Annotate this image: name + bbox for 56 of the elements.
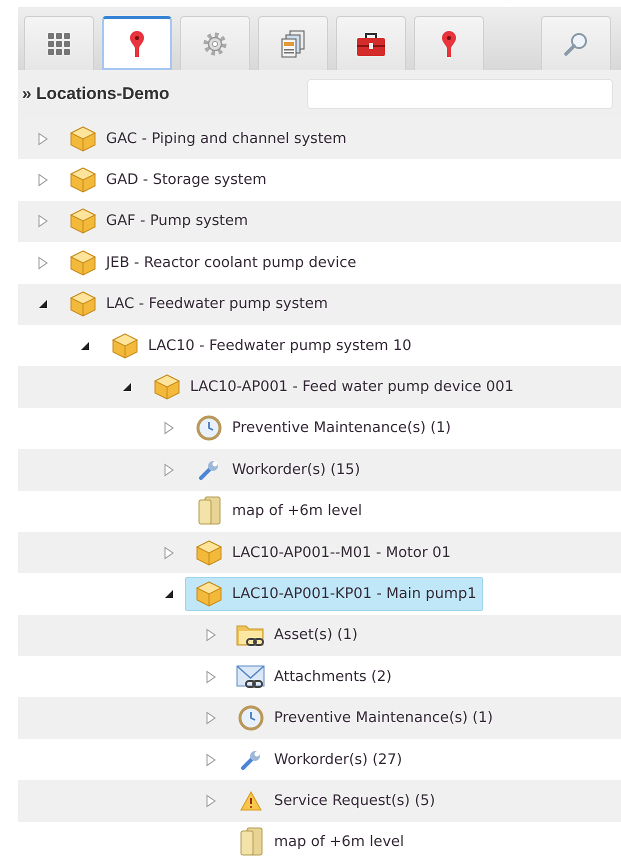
envelope-link-icon <box>236 662 266 691</box>
node-label: Attachments (2) <box>274 668 392 685</box>
node-label: LAC10 - Feedwater pump system 10 <box>148 338 412 354</box>
gear-tab[interactable] <box>180 16 250 70</box>
documents-icon <box>281 30 305 58</box>
tree-node[interactable]: JEB - Reactor coolant pump device <box>59 246 364 280</box>
tree-node[interactable]: Workorder(s) (27) <box>227 742 410 777</box>
node-label: Preventive Maintenance(s) (1) <box>274 710 493 726</box>
box-icon <box>194 538 224 567</box>
box-icon <box>110 332 140 360</box>
tree-node[interactable]: GAD - Storage system <box>59 163 274 198</box>
node-label: GAC - Piping and channel system <box>106 130 346 147</box>
node-label: GAF - Pump system <box>106 213 248 230</box>
box-icon <box>68 290 98 318</box>
node-label: JEB - Reactor coolant pump device <box>106 254 356 271</box>
clock-icon <box>194 415 224 442</box>
node-label: map of +6m level <box>232 503 362 520</box>
tree-node[interactable]: map of +6m level <box>227 825 411 860</box>
grid-icon <box>48 32 70 54</box>
node-label: GAD - Storage system <box>106 172 267 188</box>
node-label: Preventive Maintenance(s) (1) <box>232 420 451 436</box>
filter-field[interactable] <box>307 79 613 109</box>
box-icon <box>68 124 98 153</box>
toolbox-icon <box>356 30 386 56</box>
pin-tab[interactable] <box>102 16 172 70</box>
tree-node[interactable]: Attachments (2) <box>227 660 399 694</box>
tree-node[interactable]: LAC10-AP001-KP01 - Main pump1 <box>185 576 484 611</box>
pin-icon <box>129 30 145 58</box>
tree-title: » Locations-Demo <box>22 84 170 104</box>
tree-node[interactable]: Asset(s) (1) <box>227 618 365 652</box>
box-icon <box>68 166 98 194</box>
pin-icon <box>441 30 457 58</box>
search-button[interactable] <box>541 16 611 70</box>
toolbox-tab[interactable] <box>336 16 406 70</box>
node-label: Asset(s) (1) <box>274 627 358 644</box>
node-label: map of +6m level <box>274 834 404 850</box>
node-label: LAC - Feedwater pump system <box>106 296 328 312</box>
grid-tab[interactable] <box>24 16 94 70</box>
tree-node[interactable]: LAC10 - Feedwater pump system 10 <box>101 328 418 363</box>
pin-tab[interactable] <box>414 16 484 70</box>
box-icon <box>152 373 182 402</box>
node-label: Workorder(s) (27) <box>274 752 402 768</box>
node-label: LAC10-AP001 - Feed water pump device 001 <box>190 379 514 396</box>
box-icon <box>68 207 98 236</box>
node-label: LAC10-AP001-KP01 - Main pump1 <box>232 586 476 602</box>
box-icon <box>194 580 224 608</box>
node-label: Service Request(s) (5) <box>274 792 436 809</box>
search-icon <box>563 30 589 56</box>
box-icon <box>68 248 98 277</box>
gear-icon <box>202 30 228 56</box>
documents-tab[interactable] <box>258 16 328 70</box>
tree-node[interactable]: Preventive Maintenance(s) (1) <box>185 411 458 446</box>
tree-node[interactable]: map of +6m level <box>185 494 369 528</box>
node-label: Workorder(s) (15) <box>232 462 360 478</box>
clock-icon <box>236 705 266 732</box>
node-label: LAC10-AP001--M01 - Motor 01 <box>232 544 451 561</box>
